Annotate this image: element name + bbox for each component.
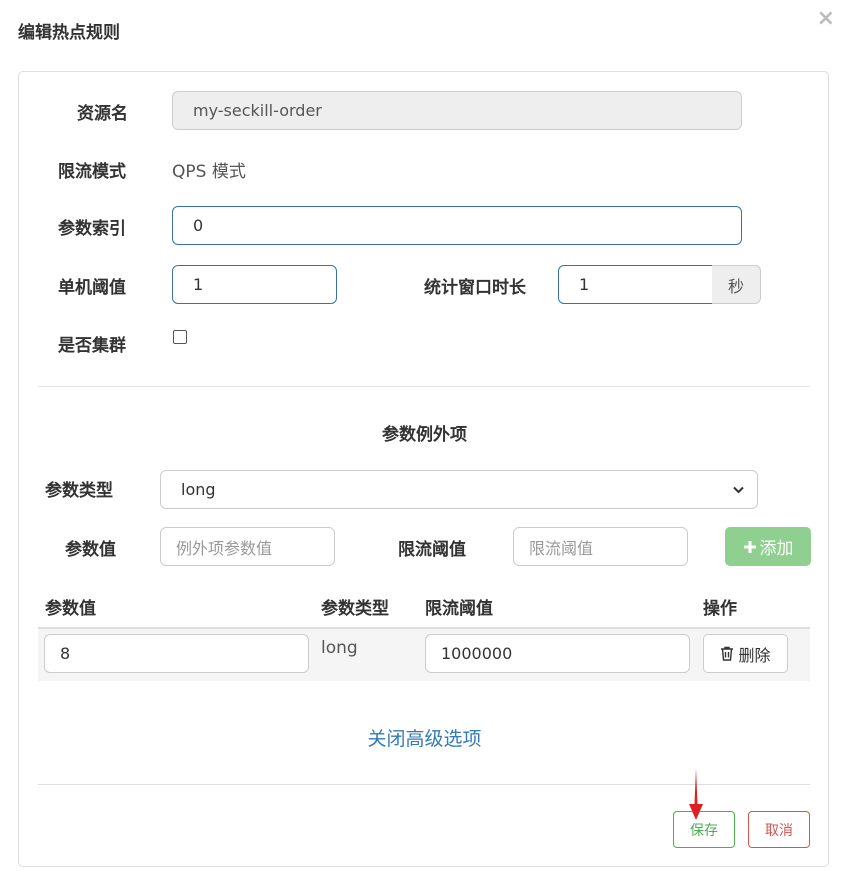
- window-unit-addon: 秒: [712, 265, 761, 304]
- chevron-down-icon: [733, 486, 744, 494]
- close-icon[interactable]: ×: [817, 6, 835, 31]
- param-index-input[interactable]: 0: [172, 206, 742, 245]
- mode-value: QPS 模式: [172, 162, 246, 182]
- col-header-type: 参数类型: [321, 599, 389, 619]
- trash-icon: [721, 646, 734, 661]
- mode-label: 限流模式: [58, 162, 126, 182]
- add-exception-button[interactable]: 添加: [725, 527, 811, 566]
- exception-type-value: long: [181, 480, 216, 499]
- row-type-text: long: [321, 638, 358, 658]
- annotation-arrow-icon: [689, 768, 703, 820]
- delete-row-button[interactable]: 删除: [703, 634, 788, 673]
- exception-type-label: 参数类型: [45, 481, 113, 501]
- col-header-action: 操作: [703, 599, 737, 619]
- window-label: 统计窗口时长: [424, 278, 526, 298]
- divider: [38, 386, 810, 387]
- exception-limit-label: 限流阈值: [398, 540, 466, 560]
- resource-input: my-seckill-order: [172, 91, 742, 130]
- close-advanced-link[interactable]: 关闭高级选项: [19, 724, 830, 751]
- delete-row-label: 删除: [738, 645, 771, 665]
- cluster-checkbox[interactable]: [173, 330, 187, 344]
- resource-label: 资源名: [77, 104, 128, 124]
- param-index-label: 参数索引: [58, 219, 126, 239]
- add-exception-label: 添加: [759, 539, 794, 559]
- col-header-limit: 限流阈值: [425, 599, 493, 619]
- plus-icon: [743, 540, 756, 553]
- rule-form-panel: 资源名 my-seckill-order 限流模式 QPS 模式 参数索引 0 …: [18, 71, 829, 867]
- exception-value-input[interactable]: 例外项参数值: [160, 527, 335, 566]
- threshold-label: 单机阈值: [58, 278, 126, 298]
- col-header-value: 参数值: [45, 599, 96, 619]
- exception-type-select[interactable]: long: [160, 470, 758, 509]
- exception-value-label: 参数值: [65, 540, 116, 560]
- exceptions-title: 参数例外项: [382, 425, 467, 445]
- cancel-button[interactable]: 取消: [748, 811, 810, 848]
- cluster-label: 是否集群: [58, 336, 126, 356]
- exception-limit-input[interactable]: 限流阈值: [513, 527, 688, 566]
- row-limit-input[interactable]: 1000000: [425, 634, 690, 673]
- threshold-input[interactable]: 1: [172, 265, 337, 304]
- window-input[interactable]: 1: [558, 265, 713, 304]
- dialog-title: 编辑热点规则: [18, 23, 120, 43]
- row-value-input[interactable]: 8: [44, 634, 309, 673]
